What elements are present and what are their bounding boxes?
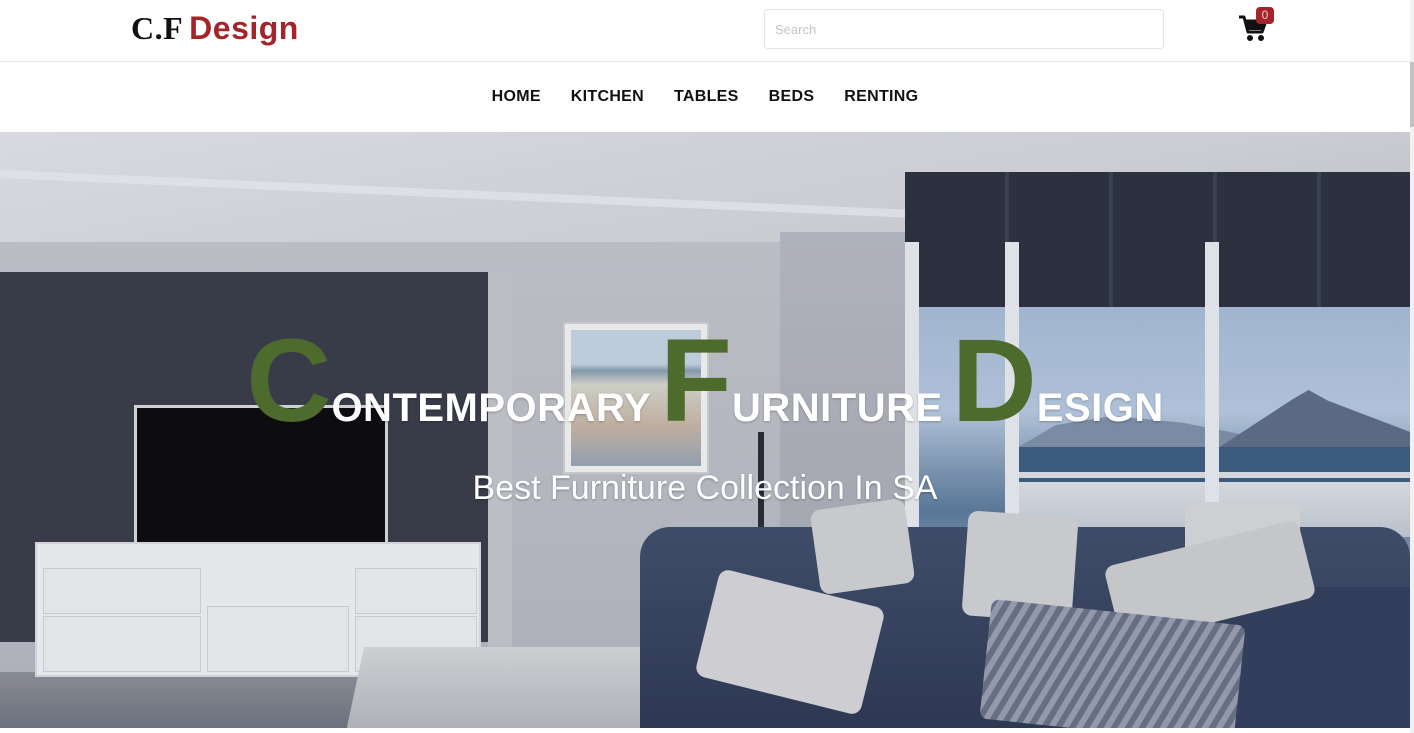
cart-count-badge: 0	[1256, 7, 1274, 24]
site-logo[interactable]: C.F Design	[131, 10, 299, 47]
logo-text-design: Design	[189, 10, 299, 46]
hero-initial-f: F	[659, 315, 733, 447]
hero-headline: CONTEMPORARY FURNITURE DESIGN	[0, 322, 1410, 440]
nav-item-tables[interactable]: TABLES	[674, 88, 739, 106]
hero-initial-c: C	[246, 315, 332, 447]
page-scrollbar[interactable]	[1410, 0, 1414, 733]
hero-word-furniture: URNITURE	[732, 386, 943, 430]
search-input[interactable]	[764, 9, 1164, 49]
hero-tagline: Best Furniture Collection In SA	[472, 469, 938, 507]
scrollbar-thumb[interactable]	[1410, 62, 1414, 127]
hero-banner: CONTEMPORARY FURNITURE DESIGN Best Furni…	[0, 132, 1410, 728]
nav-item-renting[interactable]: RENTING	[844, 88, 918, 106]
hero-word-design: ESIGN	[1036, 386, 1164, 430]
nav-item-home[interactable]: HOME	[492, 88, 541, 106]
logo-text-cf: C.F	[131, 10, 184, 46]
hero-word-contemporary: ONTEMPORARY	[331, 386, 652, 430]
hero-initial-d: D	[951, 315, 1037, 447]
nav-item-kitchen[interactable]: KITCHEN	[571, 88, 644, 106]
main-nav: HOME KITCHEN TABLES BEDS RENTING	[0, 62, 1410, 132]
nav-item-beds[interactable]: BEDS	[769, 88, 815, 106]
top-bar: C.FDesign 0	[0, 0, 1414, 62]
